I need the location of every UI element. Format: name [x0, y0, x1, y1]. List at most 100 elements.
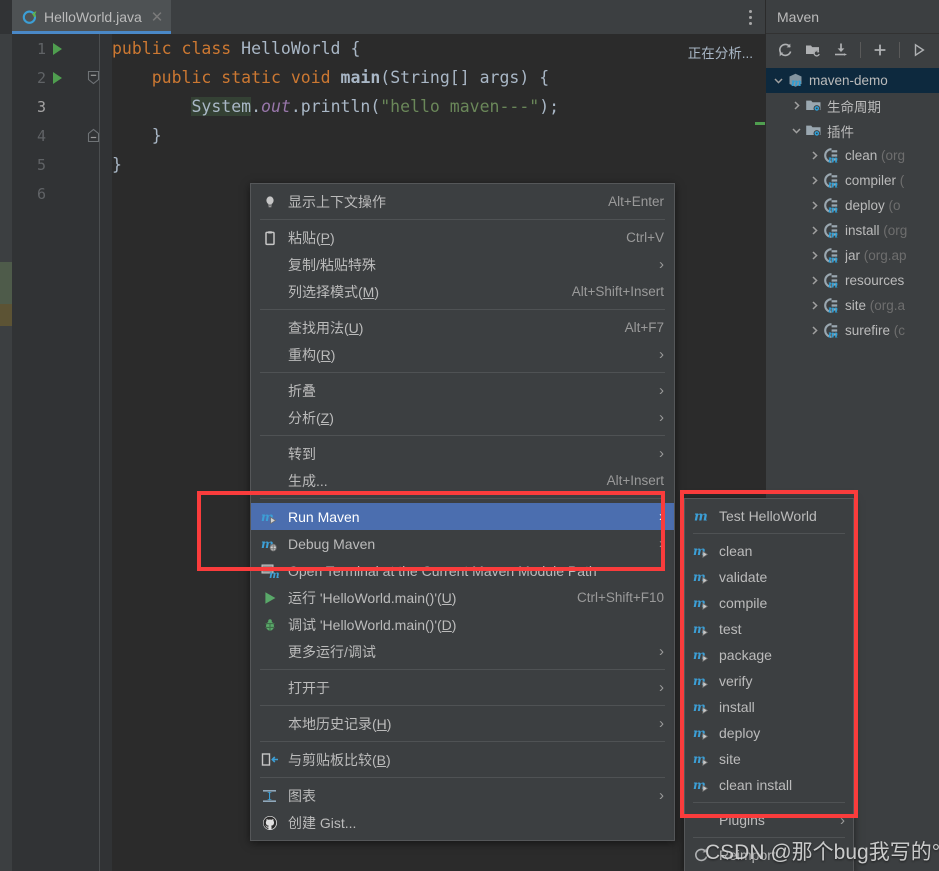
chevron-right-icon[interactable]	[788, 97, 805, 114]
submenu-item-deploy[interactable]: m deploy	[685, 720, 853, 746]
code-line[interactable]: }	[112, 121, 765, 150]
menu-item-generate[interactable]: 生成... Alt+Insert	[251, 467, 674, 494]
chevron-right-icon[interactable]	[806, 322, 823, 339]
maven-tree-node-plugin-clean[interactable]: m clean (org	[766, 143, 939, 168]
maven-tree-node-plugin-site[interactable]: m site (org.a	[766, 293, 939, 318]
chevron-right-icon[interactable]	[806, 197, 823, 214]
maven-tree-node-plugin-install[interactable]: m install (org	[766, 218, 939, 243]
editor-tab-helloworld[interactable]: HelloWorld.java ✕	[12, 0, 172, 34]
no-icon	[260, 283, 280, 300]
menu-item-more-run-debug[interactable]: 更多运行/调试 ›	[251, 638, 674, 665]
maven-tree-node-maven-demo[interactable]: m maven-demo	[766, 68, 939, 93]
menu-item-open-terminal-maven[interactable]: m Open Terminal at the Current Maven Modu…	[251, 557, 674, 584]
maven-tree-node-plugin-jar[interactable]: m jar (org.ap	[766, 243, 939, 268]
submenu-item-clean[interactable]: m clean	[685, 538, 853, 564]
editor-gutter[interactable]: 1 2 3 4 5 6	[12, 34, 112, 871]
maven-goal-icon: m	[693, 673, 712, 690]
maven-goal-icon: m	[693, 543, 712, 560]
gutter-run-icon[interactable]	[53, 71, 62, 84]
maven-tree-node-plugins[interactable]: 插件	[766, 118, 939, 143]
menu-item-diagrams[interactable]: 图表 ›	[251, 782, 674, 809]
maven-tree-node-lifecycle[interactable]: 生命周期	[766, 93, 939, 118]
menu-item-folding[interactable]: 折叠 ›	[251, 377, 674, 404]
editor-context-menu[interactable]: 显示上下文操作 Alt+Enter 粘贴(P) Ctrl+V 复制/粘贴特殊 › 列选择模式…	[250, 183, 675, 841]
submenu-item-plugins[interactable]: Plugins ›	[685, 807, 853, 833]
csdn-watermark: CSDN @那个bug我写的°	[705, 841, 939, 864]
menu-item-analyze[interactable]: 分析(Z) ›	[251, 404, 674, 431]
menu-item-refactor[interactable]: 重构(R) ›	[251, 341, 674, 368]
code-line[interactable]: }	[112, 150, 765, 179]
code-line[interactable]: public class HelloWorld {	[112, 34, 765, 63]
diagram-icon	[261, 788, 279, 804]
menu-item-local-history[interactable]: 本地历史记录(H) ›	[251, 710, 674, 737]
submenu-item-test-helloworld[interactable]: m Test HelloWorld	[685, 503, 853, 529]
maven-toolbar	[766, 34, 939, 66]
submenu-item-package[interactable]: m package	[685, 642, 853, 668]
chevron-right-icon[interactable]	[806, 247, 823, 264]
maven-tree-node-plugin-surefire[interactable]: m surefire (c	[766, 318, 939, 343]
menu-item-column-selection-mode[interactable]: 列选择模式(M) Alt+Shift+Insert	[251, 278, 674, 305]
submenu-item-site[interactable]: m site	[685, 746, 853, 772]
scrollbar-error-marker[interactable]	[755, 122, 765, 125]
code-content[interactable]: public class HelloWorld { public static …	[112, 34, 765, 208]
chevron-right-icon[interactable]	[806, 147, 823, 164]
maven-tree-node-plugin-deploy[interactable]: m deploy (o	[766, 193, 939, 218]
gutter-run-icon[interactable]	[53, 42, 62, 55]
menu-item-debug-helloworld-main[interactable]: 调试 'HelloWorld.main()'(D)	[251, 611, 674, 638]
menu-item-go-to[interactable]: 转到 ›	[251, 440, 674, 467]
folder-refresh-icon[interactable]	[800, 37, 826, 63]
github-icon	[260, 814, 280, 831]
fold-collapse-icon[interactable]	[86, 70, 101, 85]
submenu-item-test[interactable]: m test	[685, 616, 853, 642]
fold-expand-icon[interactable]	[86, 128, 101, 143]
menu-item-open-in[interactable]: 打开于 ›	[251, 674, 674, 701]
menu-item-find-usages[interactable]: 查找用法(U) Alt+F7	[251, 314, 674, 341]
chevron-right-icon[interactable]	[806, 272, 823, 289]
download-icon[interactable]	[828, 37, 854, 63]
submenu-item-verify[interactable]: m verify	[685, 668, 853, 694]
maven-project-tree[interactable]: m maven-demo 生命周期 插件 m clean (org m compiler (m…	[766, 66, 939, 343]
menu-item-create-gist[interactable]: 创建 Gist...	[251, 809, 674, 836]
no-icon	[260, 409, 280, 426]
maven-tree-node-plugin-resources[interactable]: m resources	[766, 268, 939, 293]
code-line[interactable]: public static void main(String[] args) {	[112, 63, 765, 92]
more-vertical-icon[interactable]	[741, 5, 759, 29]
chevron-down-icon[interactable]	[770, 72, 787, 89]
plugin-icon: m	[823, 247, 840, 264]
menu-item-debug-maven[interactable]: m Debug Maven ›	[251, 530, 674, 557]
maven-goal-icon: m	[693, 569, 711, 585]
maven-tree-node-label: 插件	[827, 124, 854, 140]
menu-item-run-maven[interactable]: m Run Maven ›	[251, 503, 674, 530]
refresh-icon[interactable]	[772, 37, 798, 63]
run-maven-submenu[interactable]: m Test HelloWorld m clean m validate m compile m…	[684, 498, 854, 871]
chevron-right-icon[interactable]	[806, 222, 823, 239]
close-icon[interactable]: ✕	[151, 10, 164, 25]
menu-item-run-helloworld-main[interactable]: 运行 'HelloWorld.main()'(U) Ctrl+Shift+F10	[251, 584, 674, 611]
submenu-item-compile[interactable]: m compile	[685, 590, 853, 616]
menu-item-compare-with-clipboard[interactable]: 与剪贴板比较(B)	[251, 746, 674, 773]
chevron-right-icon: ›	[659, 346, 664, 363]
chevron-right-icon[interactable]	[806, 172, 823, 189]
submenu-item-install[interactable]: m install	[685, 694, 853, 720]
maven-tree-node-label: 生命周期	[827, 99, 881, 115]
chevron-right-icon: ›	[659, 787, 664, 804]
maven-tree-node-group: (o	[888, 198, 901, 213]
line-number: 3	[36, 97, 46, 116]
menu-item-show-context-actions[interactable]: 显示上下文操作 Alt+Enter	[251, 188, 674, 215]
chevron-right-icon[interactable]	[806, 297, 823, 314]
maven-m-icon: m	[693, 508, 712, 525]
plus-icon[interactable]	[867, 37, 893, 63]
submenu-item-validate[interactable]: m validate	[685, 564, 853, 590]
maven-tree-node-plugin-compiler[interactable]: m compiler (	[766, 168, 939, 193]
maven-goal-icon: m	[693, 569, 712, 586]
code-line[interactable]: System.out.println("hello maven---");	[112, 92, 765, 121]
menu-item-copy-paste-special[interactable]: 复制/粘贴特殊 ›	[251, 251, 674, 278]
submenu-item-clean-install[interactable]: m clean install	[685, 772, 853, 798]
chevron-down-icon[interactable]	[788, 122, 805, 139]
maven-goal-icon: m	[693, 595, 712, 612]
menu-item-label: 复制/粘贴特殊	[288, 256, 376, 273]
play-icon[interactable]	[906, 37, 932, 63]
no-icon	[260, 679, 280, 696]
menu-item-paste[interactable]: 粘贴(P) Ctrl+V	[251, 224, 674, 251]
maven-goal-icon: m	[693, 699, 711, 715]
